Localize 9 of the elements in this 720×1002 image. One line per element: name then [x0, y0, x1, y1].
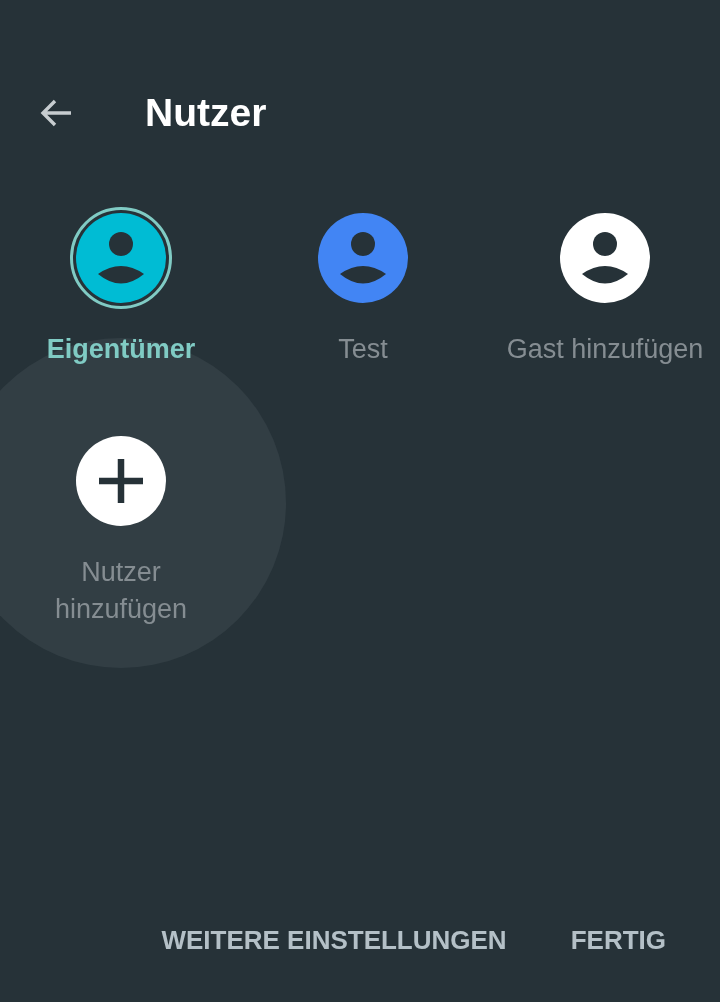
user-avatar[interactable] — [70, 207, 172, 309]
page-title: Nutzer — [145, 91, 267, 135]
user-label: Nutzer hinzufügen — [53, 556, 189, 626]
user-label: Eigentümer — [46, 333, 196, 366]
more-settings-button[interactable]: WEITERE EINSTELLUNGEN — [157, 921, 511, 960]
done-button[interactable]: FERTIG — [566, 921, 670, 960]
user-label: Test — [338, 333, 388, 366]
user-label: Gast hinzufügen — [506, 333, 704, 366]
back-icon[interactable] — [39, 98, 73, 128]
